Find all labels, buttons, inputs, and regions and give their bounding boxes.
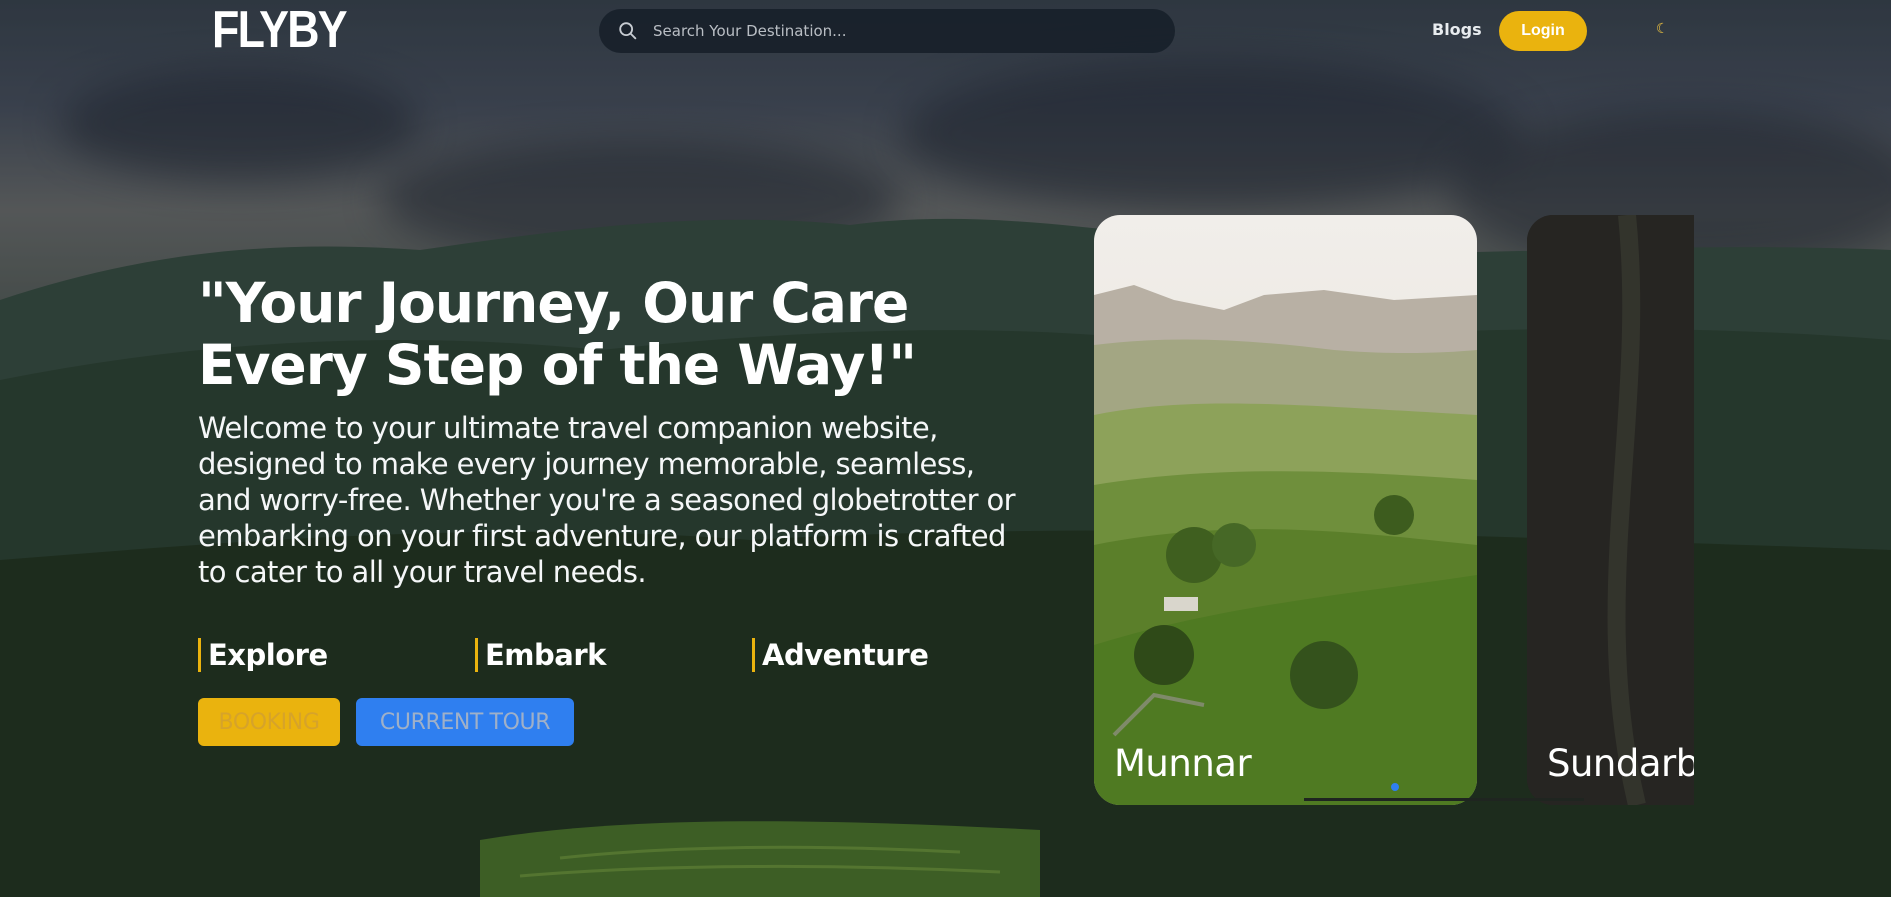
pillar-adventure: Adventure xyxy=(752,638,929,672)
destination-card-munnar[interactable]: Munnar xyxy=(1094,215,1477,805)
search-bar[interactable] xyxy=(599,9,1175,53)
login-button[interactable]: Login xyxy=(1499,11,1587,51)
nav-link-blogs[interactable]: Blogs xyxy=(1432,20,1482,39)
carousel-indicator-dot[interactable] xyxy=(1391,783,1399,791)
destination-card-sundarbans[interactable]: Sundarba xyxy=(1527,215,1694,805)
card-label: Sundarba xyxy=(1547,742,1694,785)
sundarbans-image xyxy=(1527,215,1694,805)
munnar-image xyxy=(1094,215,1477,805)
logo[interactable]: FLYBY xyxy=(212,2,348,58)
hero-headline: "Your Journey, Our Care Every Step of th… xyxy=(198,271,917,397)
pillar-explore: Explore xyxy=(198,638,328,672)
search-icon xyxy=(619,22,637,40)
current-tour-button[interactable]: CURRENT TOUR xyxy=(356,698,574,746)
carousel-scroll-track[interactable] xyxy=(1304,798,1584,801)
search-input[interactable] xyxy=(651,21,1175,41)
destination-carousel[interactable]: Munnar Sundarba xyxy=(1094,215,1694,805)
booking-button[interactable]: BOOKING xyxy=(198,698,340,746)
card-label: Munnar xyxy=(1114,742,1252,785)
moon-icon[interactable]: ☾ xyxy=(1656,21,1669,37)
hero-description: Welcome to your ultimate travel companio… xyxy=(198,411,1016,589)
pillar-embark: Embark xyxy=(475,638,606,672)
